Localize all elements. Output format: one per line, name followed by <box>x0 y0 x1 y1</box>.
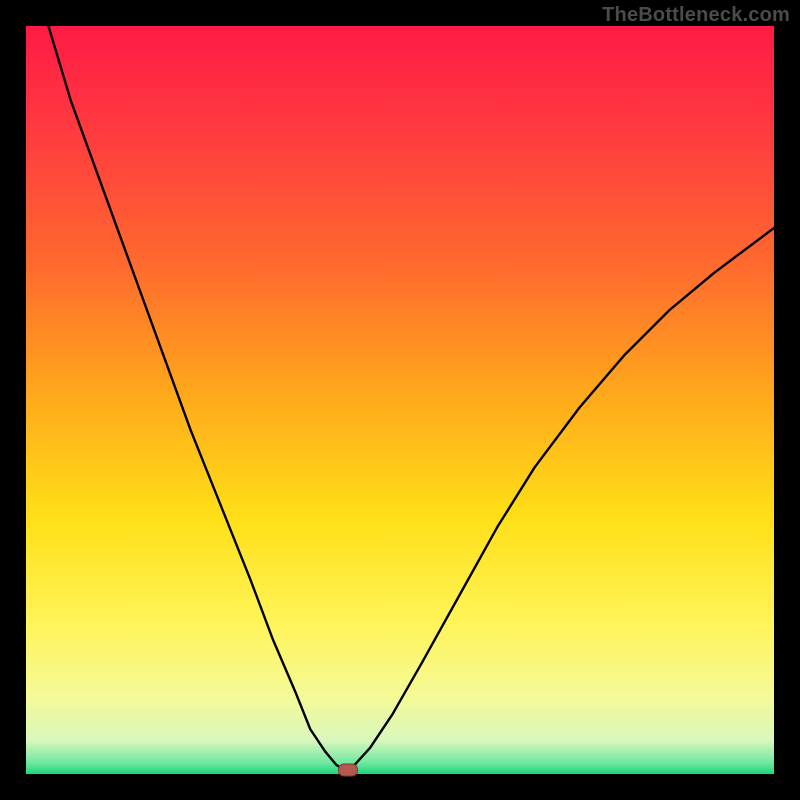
plot-area <box>26 26 774 774</box>
chart-svg <box>26 26 774 774</box>
optimum-marker <box>338 763 358 776</box>
gradient-background <box>26 26 774 774</box>
watermark-text: TheBottleneck.com <box>602 4 790 27</box>
chart-stage: TheBottleneck.com <box>0 0 800 800</box>
